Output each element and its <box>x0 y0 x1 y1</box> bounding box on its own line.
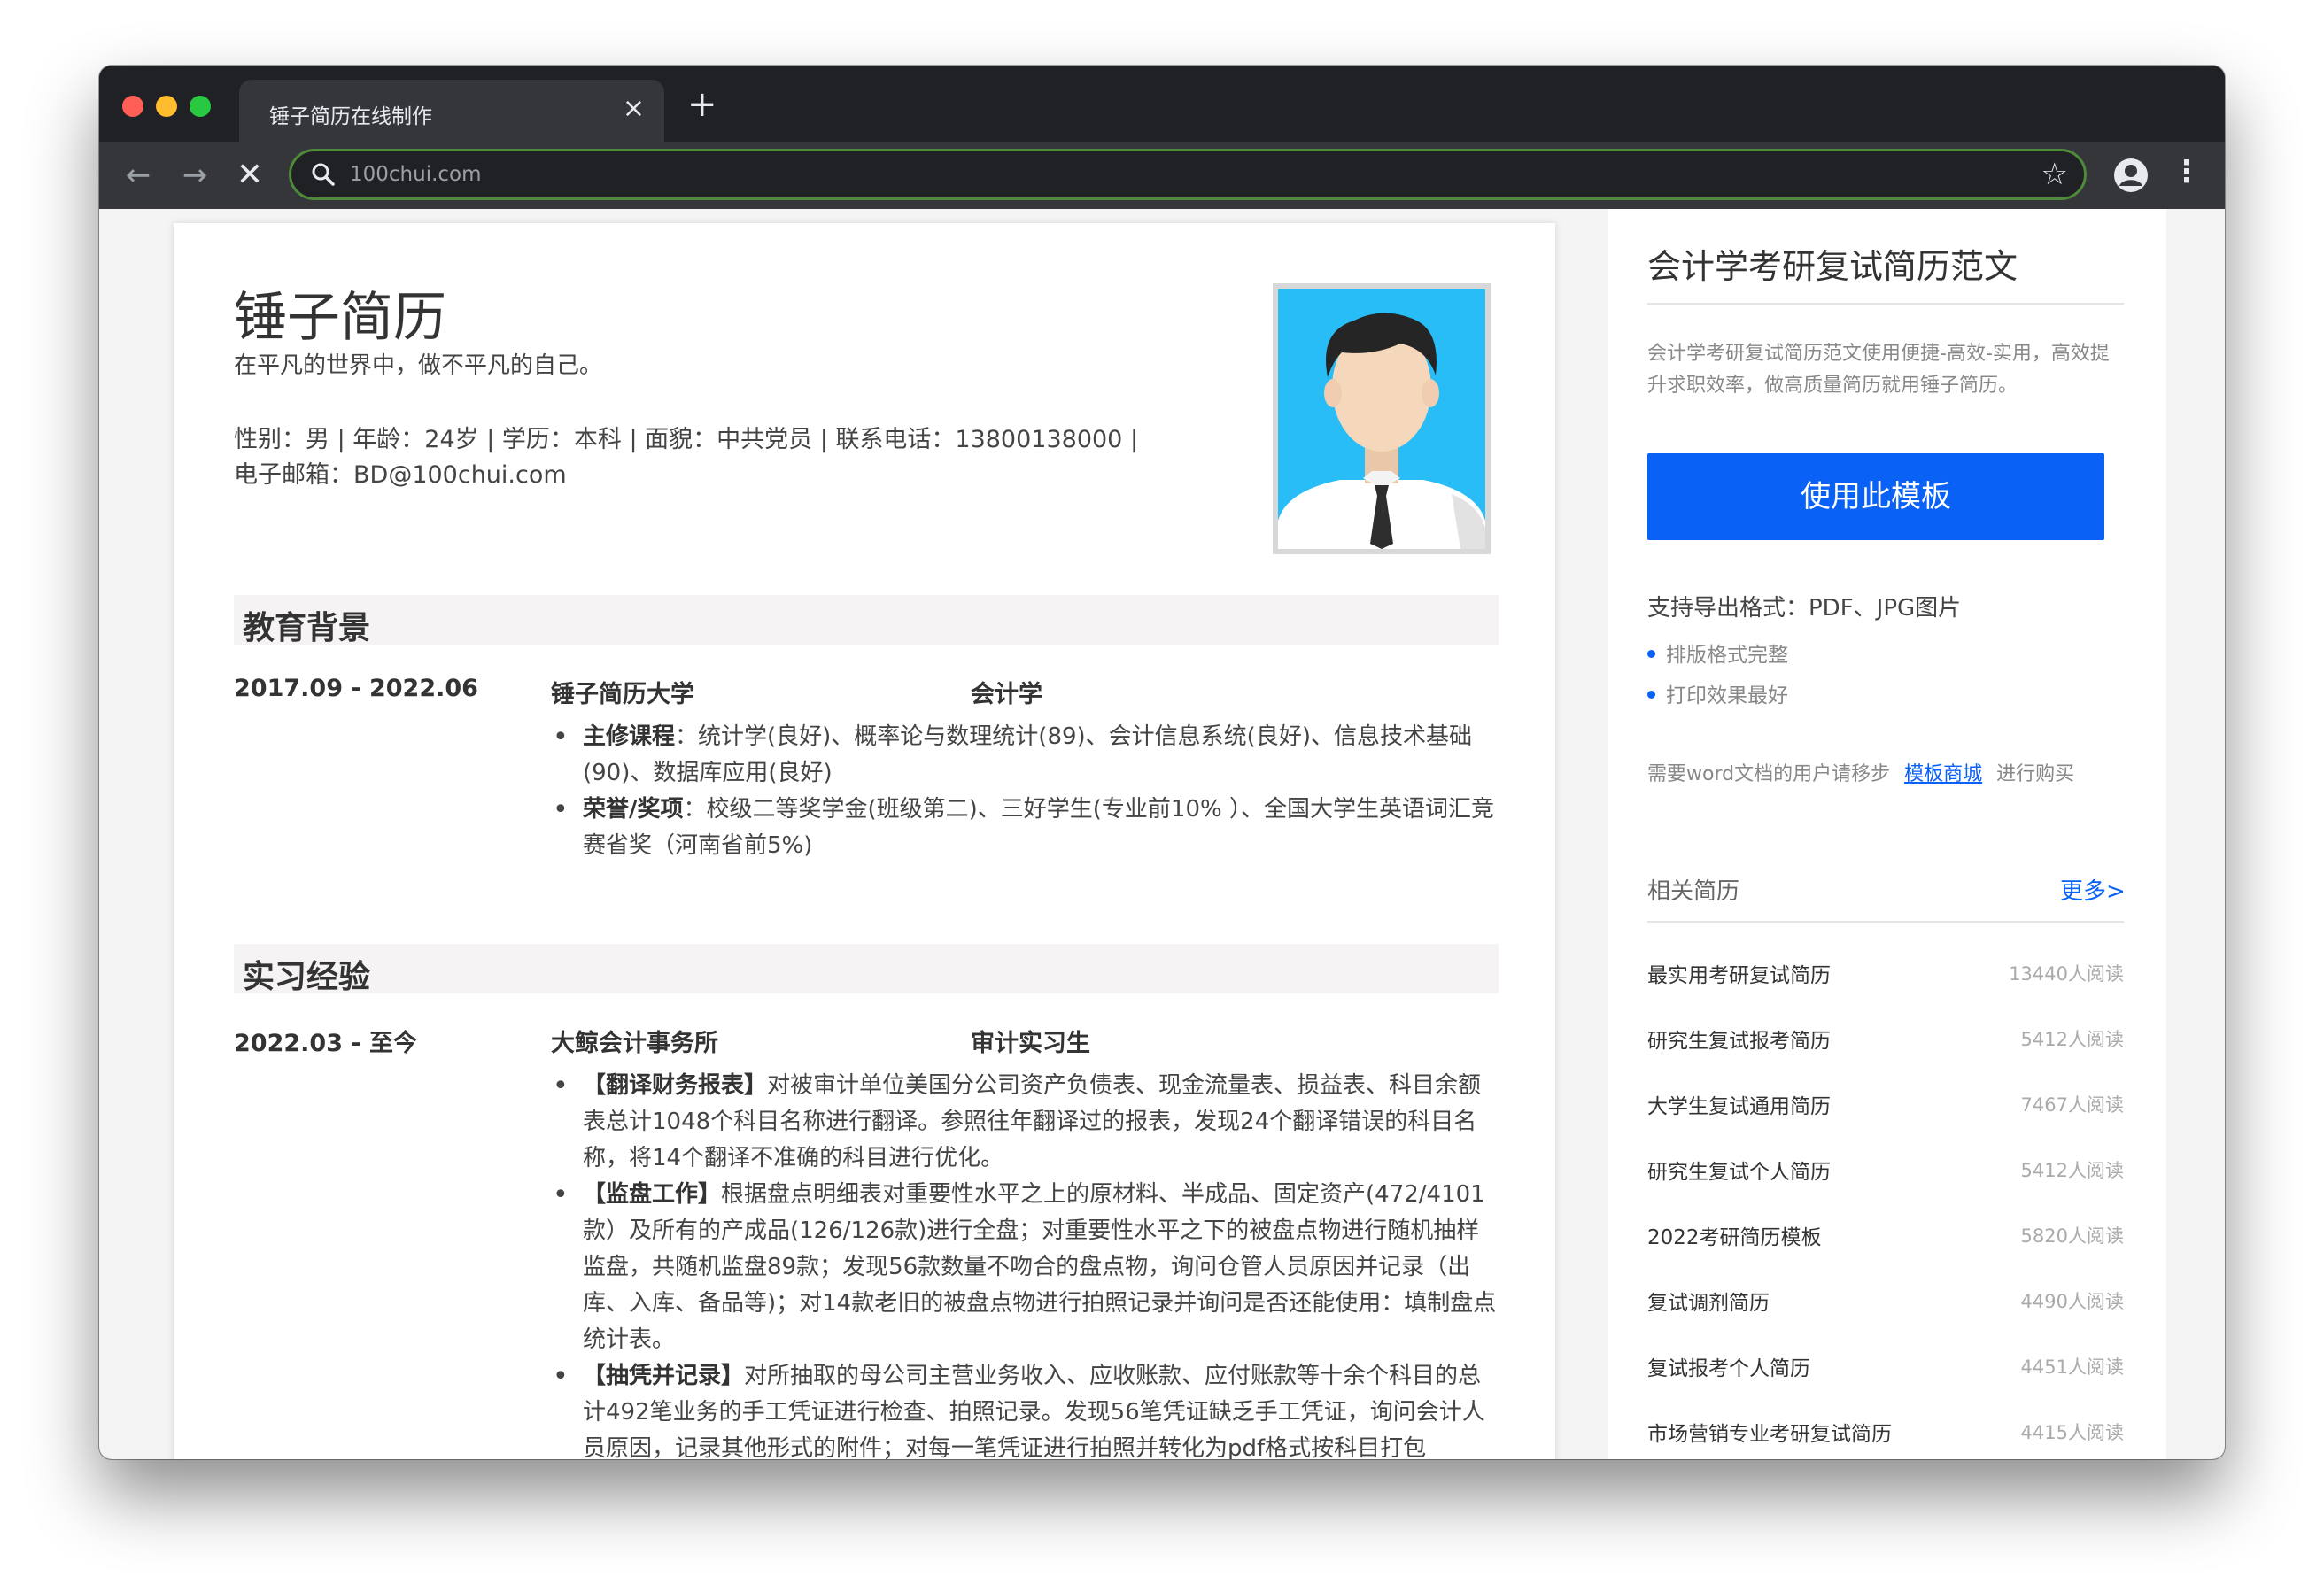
list-item: 主修课程：统计学(良好)、概率论与数理统计(89)、会计信息系统(良好)、信息技… <box>551 719 1499 792</box>
feature-item: 打印效果最好 <box>1647 678 1788 708</box>
divider <box>1647 921 2124 923</box>
related-resume-item[interactable]: 最实用考研复试简历 13440人阅读 <box>1647 958 2124 993</box>
minimize-window-button[interactable] <box>156 96 177 117</box>
title-bar: 锤子简历在线制作 × + <box>99 66 2225 142</box>
close-window-button[interactable] <box>122 96 143 117</box>
related-resume-title[interactable]: 研究生复试报考简历 <box>1647 1024 1831 1054</box>
read-count: 7467人阅读 <box>2020 1094 2124 1116</box>
list-item: 【翻译财务报表】对被审计单位美国分公司资产负债表、现金流量表、损益表、科目余额表… <box>551 1068 1499 1177</box>
bullet-dot-icon <box>1647 691 1655 699</box>
related-resume-title[interactable]: 复试报考个人简历 <box>1647 1351 1810 1381</box>
read-count: 5820人阅读 <box>2020 1225 2124 1247</box>
url-text[interactable]: 100chui.com <box>350 163 482 186</box>
read-count: 5412人阅读 <box>2020 1160 2124 1181</box>
word-note-suffix: 进行购买 <box>1996 763 2075 785</box>
page-viewport: 锤子简历 在平凡的世界中，做不平凡的自己。 性别：男 | 年龄：24岁 | 学历… <box>99 209 2225 1459</box>
more-link[interactable]: 更多> <box>2060 873 2126 906</box>
template-description: 会计学考研复试简历范文使用便捷-高效-实用，高效提升求职效率，做高质量简历就用锤… <box>1647 343 2110 397</box>
related-resume-item[interactable]: 2022考研简历模板 5820人阅读 <box>1647 1220 2124 1256</box>
maximize-window-button[interactable] <box>190 96 211 117</box>
bullet-text: ：统计学(良好)、概率论与数理统计(89)、会计信息系统(良好)、信息技术基础(… <box>583 723 1472 786</box>
related-resume-item[interactable]: 研究生复试个人简历 5412人阅读 <box>1647 1155 2124 1190</box>
bullet-label: 【监盘工作】 <box>583 1181 722 1208</box>
related-resume-item[interactable]: 市场营销专业考研复试简历 4415人阅读 <box>1647 1417 2124 1452</box>
template-store-link[interactable]: 模板商城 <box>1904 763 1982 785</box>
resume-photo <box>1273 283 1491 554</box>
feature-text: 打印效果最好 <box>1666 684 1788 707</box>
related-resumes-title: 相关简历 <box>1647 878 1740 905</box>
related-resume-item[interactable]: 复试调剂简历 4490人阅读 <box>1647 1286 2124 1321</box>
related-resume-title[interactable]: 最实用考研复试简历 <box>1647 958 1831 988</box>
related-resume-title[interactable]: 大学生复试通用简历 <box>1647 1089 1831 1119</box>
education-major: 会计学 <box>971 681 1042 708</box>
feature-item: 排版格式完整 <box>1647 638 1788 668</box>
avatar-illustration <box>1278 289 1485 549</box>
resume-email: 电子邮箱：BD@100chui.com <box>234 461 567 489</box>
read-count: 4415人阅读 <box>2020 1422 2124 1443</box>
education-section-header: 教育背景 <box>234 595 1499 646</box>
bullet-label: 【抽凭并记录】 <box>583 1363 745 1389</box>
template-sidebar: 会计学考研复试简历范文 会计学考研复试简历范文使用便捷-高效-实用，高效提升求职… <box>1608 209 2166 1459</box>
export-formats: 支持导出格式：PDF、JPG图片 <box>1647 595 1962 622</box>
address-bar[interactable]: 100chui.com ☆ <box>289 149 2087 200</box>
read-count: 4451人阅读 <box>2020 1356 2124 1378</box>
bullet-dot-icon <box>1647 650 1655 658</box>
education-section-title: 教育背景 <box>243 610 371 646</box>
profile-avatar-icon[interactable] <box>2111 156 2150 195</box>
stop-loading-icon[interactable]: ✕ <box>230 156 269 195</box>
internship-company: 大鲸会计事务所 <box>551 1030 718 1057</box>
resume-basic-info: 性别：男 | 年龄：24岁 | 学历：本科 | 面貌：中共党员 | 联系电话：1… <box>234 426 1139 453</box>
list-item: 【监盘工作】根据盘点明细表对重要性水平之上的原材料、半成品、固定资产(472/4… <box>551 1177 1499 1358</box>
bookmark-star-icon[interactable]: ☆ <box>2041 157 2068 192</box>
resume-preview: 锤子简历 在平凡的世界中，做不平凡的自己。 性别：男 | 年龄：24岁 | 学历… <box>174 223 1555 1459</box>
read-count: 4490人阅读 <box>2020 1291 2124 1312</box>
read-count: 5412人阅读 <box>2020 1029 2124 1050</box>
related-resume-item[interactable]: 复试报考个人简历 4451人阅读 <box>1647 1351 2124 1387</box>
template-title: 会计学考研复试简历范文 <box>1647 247 2018 286</box>
menu-kebab-icon[interactable]: ⋮ <box>2172 154 2202 189</box>
related-resume-title[interactable]: 复试调剂简历 <box>1647 1286 1770 1316</box>
back-arrow-icon[interactable]: ← <box>119 156 158 195</box>
list-item: 【抽凭并记录】对所抽取的母公司主营业务收入、应收账款、应付账款等十余个科目的总计… <box>551 1358 1499 1459</box>
education-school: 锤子简历大学 <box>551 681 694 708</box>
related-resume-title[interactable]: 市场营销专业考研复试简历 <box>1647 1417 1892 1447</box>
internship-section-header: 实习经验 <box>234 944 1499 995</box>
use-template-button[interactable]: 使用此模板 <box>1647 453 2104 540</box>
read-count: 13440人阅读 <box>2009 963 2124 985</box>
bullet-text: ：校级二等奖学金(班级第二)、三好学生(专业前10% ）、全国大学生英语词汇竞赛… <box>583 796 1494 859</box>
education-bullets: 主修课程：统计学(良好)、概率论与数理统计(89)、会计信息系统(良好)、信息技… <box>551 719 1499 864</box>
related-resume-title[interactable]: 2022考研简历模板 <box>1647 1220 1822 1250</box>
tab-title: 锤子简历在线制作 <box>269 105 432 128</box>
internship-role: 审计实习生 <box>971 1030 1090 1057</box>
search-icon <box>312 163 335 186</box>
tab-close-icon[interactable]: × <box>623 96 645 122</box>
browser-window: 锤子简历在线制作 × + ← → ✕ 100chui.com ☆ ⋮ 锤子简历 … <box>99 66 2225 1459</box>
resume-motto: 在平凡的世界中，做不平凡的自己。 <box>234 352 603 379</box>
browser-tab[interactable]: 锤子简历在线制作 × <box>239 80 664 142</box>
internship-bullets: 【翻译财务报表】对被审计单位美国分公司资产负债表、现金流量表、损益表、科目余额表… <box>551 1068 1499 1459</box>
internship-section-title: 实习经验 <box>243 959 371 995</box>
word-note-prefix: 需要word文档的用户请移步 <box>1647 763 1891 785</box>
related-resume-title[interactable]: 研究生复试个人简历 <box>1647 1155 1831 1185</box>
feature-text: 排版格式完整 <box>1666 644 1788 667</box>
bullet-label: 荣誉/奖项 <box>583 796 684 823</box>
new-tab-button[interactable]: + <box>687 87 717 122</box>
bullet-label: 【翻译财务报表】 <box>583 1072 768 1099</box>
bullet-label: 主修课程 <box>583 723 676 750</box>
browser-toolbar: ← → ✕ 100chui.com ☆ ⋮ <box>99 142 2225 209</box>
related-resume-item[interactable]: 大学生复试通用简历 7467人阅读 <box>1647 1089 2124 1124</box>
word-download-note: 需要word文档的用户请移步 模板商城 进行购买 <box>1647 758 2074 786</box>
forward-arrow-icon[interactable]: → <box>175 156 214 195</box>
education-date: 2017.09 - 2022.06 <box>234 675 478 702</box>
related-resume-item[interactable]: 研究生复试报考简历 5412人阅读 <box>1647 1024 2124 1059</box>
internship-date: 2022.03 - 至今 <box>234 1030 417 1057</box>
list-item: 荣誉/奖项：校级二等奖学金(班级第二)、三好学生(专业前10% ）、全国大学生英… <box>551 792 1499 864</box>
divider <box>1647 303 2124 305</box>
resume-name: 锤子简历 <box>234 287 446 349</box>
